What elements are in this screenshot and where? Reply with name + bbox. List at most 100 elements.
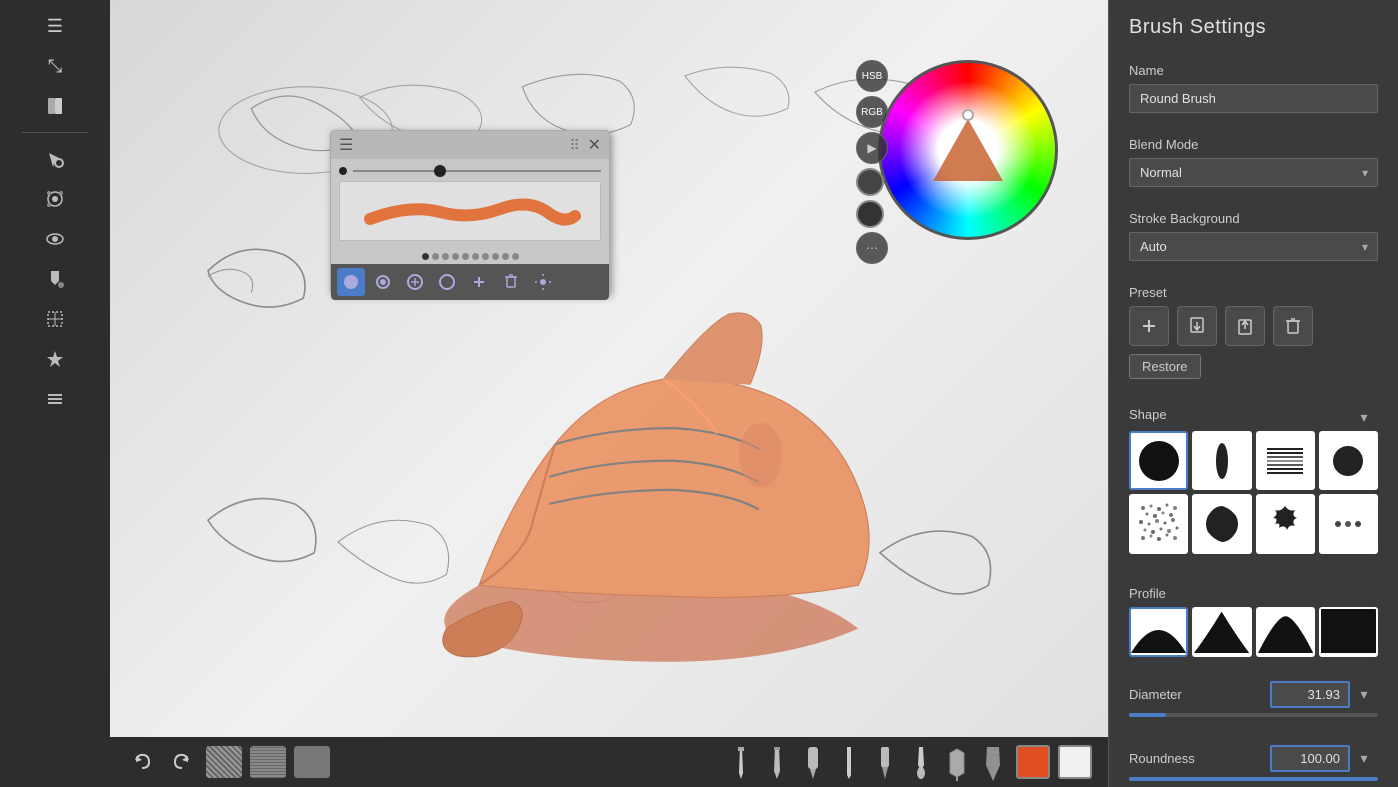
brush-delete-btn[interactable] xyxy=(497,268,525,296)
profile-1[interactable] xyxy=(1129,607,1188,657)
size-slider-track[interactable] xyxy=(353,170,601,172)
brush-ink[interactable] xyxy=(906,743,936,781)
stroke-bg-label: Stroke Background xyxy=(1129,211,1378,226)
diameter-slider-track[interactable] xyxy=(1129,713,1378,717)
dot-9[interactable] xyxy=(502,253,509,260)
brush-pencil-1[interactable] xyxy=(726,743,756,781)
brush-tools-bar xyxy=(726,743,1008,781)
canvas-content[interactable]: HSB RGB ▶ ⋯ ☰ ⠿ ✕ xyxy=(110,0,1108,737)
menu-icon[interactable]: ☰ xyxy=(37,8,73,44)
dot-6[interactable] xyxy=(472,253,479,260)
preset-import-btn[interactable] xyxy=(1177,306,1217,346)
blend-mode-wrapper: Normal Multiply Screen Overlay ▾ xyxy=(1129,158,1378,187)
profile-3[interactable] xyxy=(1256,607,1315,657)
brush-tool-4[interactable] xyxy=(433,268,461,296)
rgb-mode-btn[interactable]: RGB xyxy=(856,96,888,128)
diameter-collapse-btn[interactable]: ▾ xyxy=(1350,681,1378,709)
color-swatch-secondary[interactable] xyxy=(1058,745,1092,779)
shape-brush-strokes[interactable] xyxy=(1256,431,1315,490)
texture-1[interactable] xyxy=(206,746,242,778)
blend-mode-select[interactable]: Normal Multiply Screen Overlay xyxy=(1129,158,1378,187)
roundness-input[interactable] xyxy=(1270,745,1350,772)
brush-popup-handle[interactable]: ⠿ xyxy=(569,137,579,154)
dot-1[interactable] xyxy=(422,253,429,260)
stroke-bg-section: Stroke Background Auto None White Black … xyxy=(1109,199,1398,273)
brush-tool-current[interactable] xyxy=(337,268,365,296)
dot-2[interactable] xyxy=(432,253,439,260)
profile-4[interactable] xyxy=(1319,607,1378,657)
blend-mode-section: Blend Mode Normal Multiply Screen Overla… xyxy=(1109,125,1398,199)
dot-5[interactable] xyxy=(462,253,469,260)
brush-tool-2[interactable] xyxy=(369,268,397,296)
color-btn2[interactable] xyxy=(856,200,884,228)
brush-tool-3[interactable] xyxy=(401,268,429,296)
dot-10[interactable] xyxy=(512,253,519,260)
effects-icon[interactable] xyxy=(37,341,73,377)
brush-add-btn[interactable] xyxy=(465,268,493,296)
brush-fineliner[interactable] xyxy=(834,743,864,781)
brush-popup-body xyxy=(331,159,609,249)
roundness-slider-track[interactable] xyxy=(1129,777,1378,781)
roundness-collapse-btn[interactable]: ▾ xyxy=(1350,745,1378,773)
brush-popup-menu[interactable]: ☰ xyxy=(339,135,353,155)
diameter-label: Diameter xyxy=(1129,687,1182,702)
dot-4[interactable] xyxy=(452,253,459,260)
play-btn[interactable]: ▶ xyxy=(856,132,888,164)
brush-watercolor[interactable] xyxy=(978,743,1008,781)
roundness-section: Roundness ▾ xyxy=(1109,733,1398,787)
brush-airbrush[interactable] xyxy=(942,743,972,781)
color-wheel[interactable] xyxy=(878,60,1058,240)
brush-stroke-preview[interactable] xyxy=(339,181,601,241)
select-move-icon[interactable] xyxy=(37,141,73,177)
shape-blob[interactable] xyxy=(1192,494,1251,553)
profile-section: Profile xyxy=(1109,574,1398,669)
book-icon[interactable] xyxy=(37,88,73,124)
dot-3[interactable] xyxy=(442,253,449,260)
restore-button[interactable]: Restore xyxy=(1129,354,1201,379)
preset-delete-btn[interactable] xyxy=(1273,306,1313,346)
brush-size-slider[interactable] xyxy=(339,167,601,175)
profile-label: Profile xyxy=(1129,586,1378,601)
preset-export-btn[interactable] xyxy=(1225,306,1265,346)
brush-popup-close[interactable]: ✕ xyxy=(588,135,601,155)
preset-add-btn[interactable] xyxy=(1129,306,1169,346)
brush-marker[interactable] xyxy=(798,743,828,781)
redo-button[interactable] xyxy=(166,746,198,778)
brush-settings-btn[interactable] xyxy=(529,268,557,296)
profile-grid xyxy=(1129,607,1378,657)
dot-7[interactable] xyxy=(482,253,489,260)
stroke-bg-select[interactable]: Auto None White Black xyxy=(1129,232,1378,261)
color-btn3[interactable]: ⋯ xyxy=(856,232,888,264)
undo-button[interactable] xyxy=(126,746,158,778)
paint-bucket-icon[interactable] xyxy=(37,261,73,297)
brush-brush[interactable] xyxy=(870,743,900,781)
layers-icon[interactable] xyxy=(37,381,73,417)
shape-circle-filled[interactable] xyxy=(1129,431,1188,490)
transform-icon[interactable] xyxy=(37,181,73,217)
collapse-icon[interactable]: ⤡ xyxy=(37,48,73,84)
dot-8[interactable] xyxy=(492,253,499,260)
brush-popup-header: ☰ ⠿ ✕ xyxy=(331,131,609,159)
shape-texture-1[interactable] xyxy=(1129,494,1188,553)
name-input[interactable] xyxy=(1129,84,1378,113)
diameter-input[interactable] xyxy=(1270,681,1350,708)
profile-2[interactable] xyxy=(1192,607,1251,657)
shape-dots[interactable] xyxy=(1319,494,1378,553)
color-swatch-primary[interactable] xyxy=(1016,745,1050,779)
hsb-mode-btn[interactable]: HSB xyxy=(856,60,888,92)
roundness-label: Roundness xyxy=(1129,751,1195,766)
right-panel: Brush Settings Name Blend Mode Normal Mu… xyxy=(1108,0,1398,787)
panel-title: Brush Settings xyxy=(1109,0,1398,51)
shape-collapse-btn[interactable]: ▾ xyxy=(1350,403,1378,431)
shape-feather[interactable] xyxy=(1192,431,1251,490)
shape-circle-solid[interactable] xyxy=(1319,431,1378,490)
eye-icon[interactable] xyxy=(37,221,73,257)
crop-icon[interactable] xyxy=(37,301,73,337)
texture-3[interactable] xyxy=(294,746,330,778)
brush-pencil-2[interactable] xyxy=(762,743,792,781)
shape-splash[interactable] xyxy=(1256,494,1315,553)
texture-2[interactable] xyxy=(250,746,286,778)
color-btn1[interactable] xyxy=(856,168,884,196)
diameter-row: Diameter xyxy=(1129,681,1350,708)
size-slider-thumb[interactable] xyxy=(434,165,446,177)
